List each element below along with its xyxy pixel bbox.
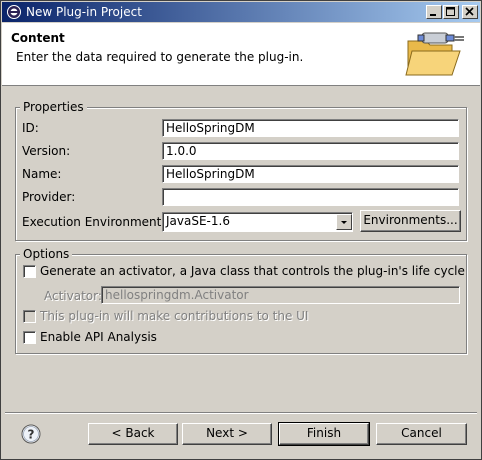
- provider-label: Provider:: [22, 190, 76, 204]
- chevron-down-icon: [341, 221, 347, 224]
- minimize-icon: [430, 14, 436, 16]
- maximize-icon: [446, 7, 455, 16]
- minimize-button[interactable]: [426, 5, 442, 19]
- title-bar[interactable]: New Plug-in Project: [2, 2, 480, 22]
- version-field[interactable]: 1.0.0: [162, 142, 459, 160]
- api-analysis-checkbox[interactable]: [23, 331, 36, 344]
- execution-environment-label: Execution Environment:: [22, 215, 166, 229]
- wizard-header: Content Enter the data required to gener…: [2, 23, 480, 86]
- api-analysis-label[interactable]: Enable API Analysis: [40, 330, 157, 344]
- version-label: Version:: [22, 144, 71, 158]
- maximize-button[interactable]: [443, 5, 459, 19]
- page-title: Content: [11, 31, 65, 45]
- close-button[interactable]: [462, 5, 478, 19]
- back-button[interactable]: < Back: [88, 423, 178, 445]
- footer-separator: [5, 412, 477, 414]
- svg-text:?: ?: [28, 428, 35, 442]
- options-group-label: Options: [20, 247, 73, 261]
- help-icon[interactable]: ?: [21, 424, 41, 444]
- execution-environment-combo[interactable]: JavaSE-1.6: [162, 212, 353, 232]
- eclipse-icon: [7, 5, 21, 19]
- cancel-button[interactable]: Cancel: [376, 423, 467, 445]
- window-title: New Plug-in Project: [26, 5, 142, 19]
- generate-activator-checkbox[interactable]: [23, 265, 36, 278]
- next-button[interactable]: Next >: [182, 423, 272, 445]
- activator-label: Activator:: [44, 289, 102, 303]
- id-field[interactable]: HelloSpringDM: [162, 119, 459, 137]
- ui-contributions-checkbox: [23, 310, 36, 323]
- id-label: ID:: [22, 121, 39, 135]
- finish-button[interactable]: Finish: [278, 422, 370, 446]
- name-label: Name:: [22, 167, 62, 181]
- properties-group-label: Properties: [20, 100, 87, 114]
- ui-contributions-label: This plug-in will make contributions to …: [40, 309, 309, 323]
- generate-activator-label[interactable]: Generate an activator, a Java class that…: [40, 264, 465, 278]
- new-plugin-project-dialog: New Plug-in Project Content Enter the da…: [0, 0, 482, 460]
- name-field[interactable]: HelloSpringDM: [162, 165, 459, 183]
- close-icon: [465, 7, 474, 16]
- activator-field: hellospringdm.Activator: [101, 286, 460, 304]
- execution-environment-dropdown-button[interactable]: [336, 214, 352, 230]
- plugin-folder-icon: [405, 32, 464, 76]
- environments-button[interactable]: Environments...: [360, 210, 461, 232]
- provider-field[interactable]: [162, 188, 459, 206]
- page-description: Enter the data required to generate the …: [16, 50, 304, 64]
